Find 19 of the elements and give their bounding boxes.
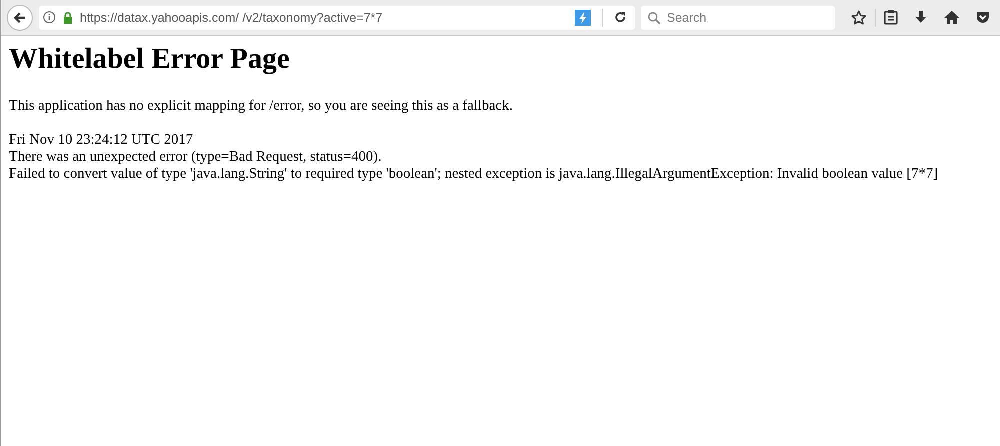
home-icon[interactable] [944, 10, 960, 25]
error-message: This application has no explicit mapping for /error, so you are seeing this as a fallback. [9, 98, 514, 115]
page-heading: Whitelabel Error Page [9, 43, 291, 76]
star-icon[interactable] [851, 10, 867, 26]
reload-icon[interactable] [614, 11, 627, 24]
error-detail: Failed to convert value of type 'java.lang.String' to required type 'boolean'; nested exception is java.lang.IllegalArgumentException: Invalid boolean value [7*7] [9, 166, 940, 183]
error-detail: Fri Nov 10 23:24:12 UTC 2017 [9, 132, 194, 149]
back-button[interactable] [7, 4, 33, 30]
error-detail: There was an unexpected error (type=Bad Request, status=400). [9, 149, 383, 166]
pocket-icon[interactable] [976, 10, 990, 24]
info-icon[interactable] [43, 11, 56, 24]
lightning-icon[interactable] [575, 10, 591, 26]
lock-icon [63, 12, 73, 24]
address-bar[interactable]: https://datax.yahooapis.com/ /v2/taxonomy?active=7*7 [39, 6, 635, 30]
search-field[interactable]: Search [641, 6, 835, 30]
arrow-icon [12, 10, 28, 26]
download-icon[interactable] [914, 10, 928, 25]
clipboard-icon[interactable] [884, 10, 898, 25]
url-text: https://datax.yahooapis.com/ /v2/taxonomy?active=7*7 [80, 10, 384, 24]
